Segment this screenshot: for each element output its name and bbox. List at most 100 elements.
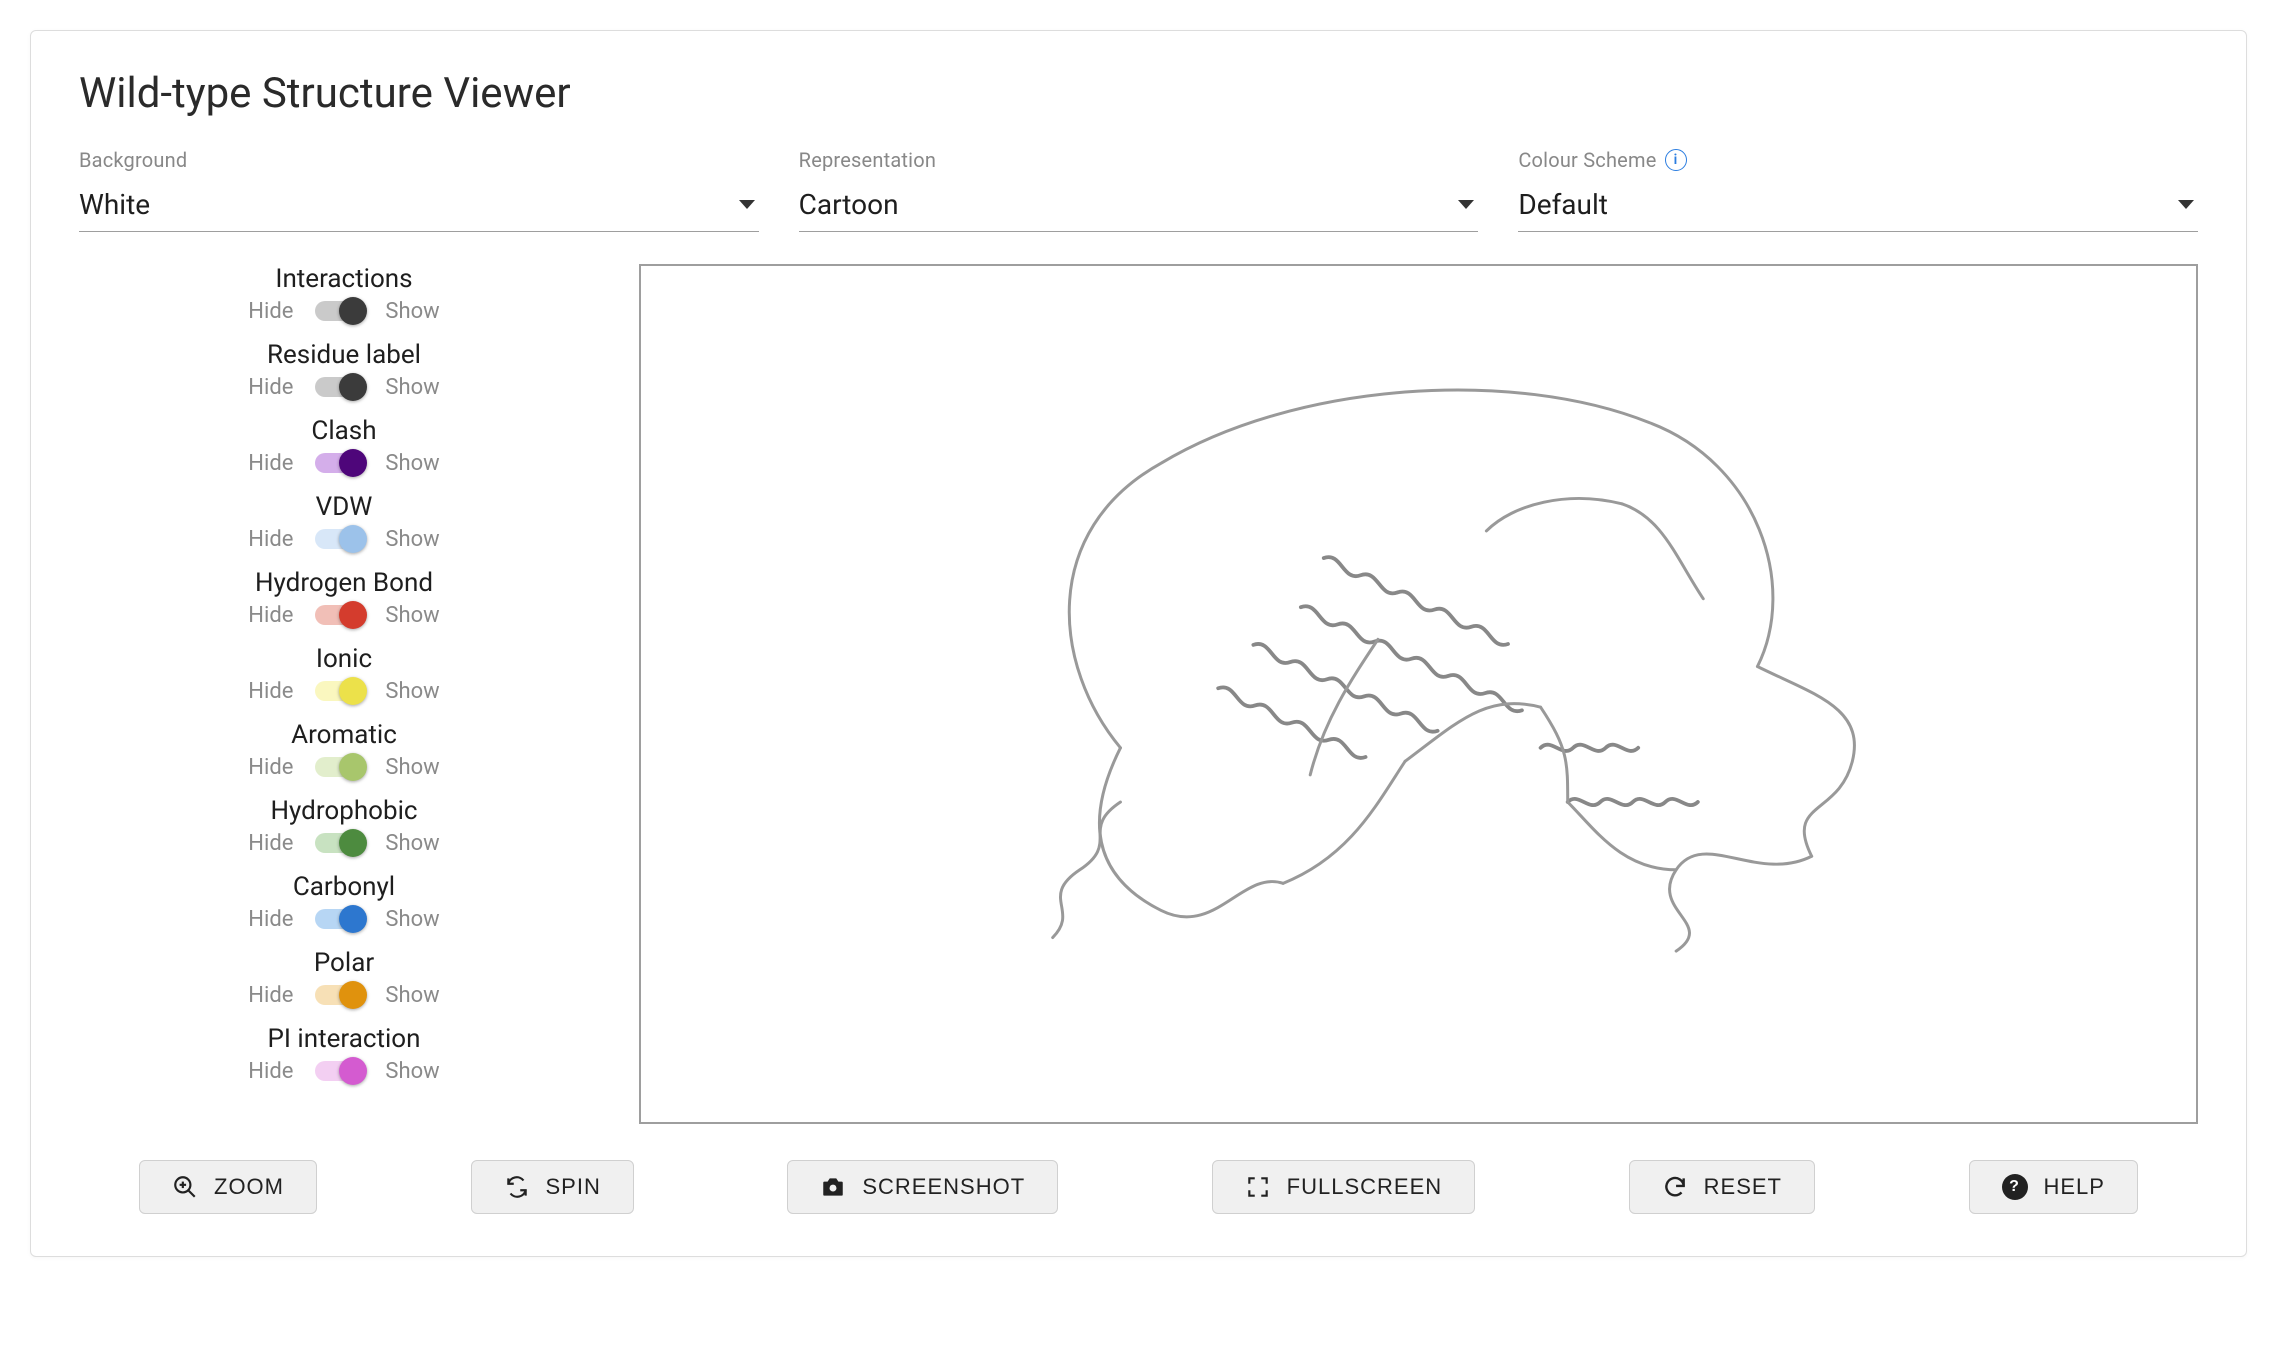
info-icon[interactable]: i xyxy=(1665,149,1687,171)
representation-select-group: Representation Cartoon xyxy=(799,148,1479,232)
dropdown-caret-icon xyxy=(2178,200,2194,209)
show-label: Show xyxy=(385,679,439,704)
button-row: ZOOM SPIN SCREENSHOT FULLSCREEN xyxy=(79,1160,2198,1214)
hide-label: Hide xyxy=(248,603,293,628)
background-select-value: White xyxy=(79,188,150,221)
toggle-item: Clash Hide Show xyxy=(248,416,439,478)
colour-scheme-select-value: Default xyxy=(1518,188,1608,221)
show-label: Show xyxy=(385,983,439,1008)
toggle-row: Hide Show xyxy=(248,1056,439,1086)
toggle-row: Hide Show xyxy=(248,600,439,630)
toggle-title: Aromatic xyxy=(248,720,439,750)
toggle-switch[interactable] xyxy=(311,676,367,706)
toggle-title: Hydrogen Bond xyxy=(248,568,439,598)
representation-select-value: Cartoon xyxy=(799,188,899,221)
toggle-switch[interactable] xyxy=(311,904,367,934)
show-label: Show xyxy=(385,831,439,856)
hide-label: Hide xyxy=(248,1059,293,1084)
hide-label: Hide xyxy=(248,831,293,856)
show-label: Show xyxy=(385,603,439,628)
hide-label: Hide xyxy=(248,451,293,476)
fullscreen-icon xyxy=(1245,1174,1271,1200)
zoom-button[interactable]: ZOOM xyxy=(139,1160,317,1214)
fullscreen-button-label: FULLSCREEN xyxy=(1287,1174,1442,1200)
selects-row: Background White Representation Cartoon … xyxy=(79,148,2198,232)
help-button[interactable]: ? HELP xyxy=(1969,1160,2138,1214)
toggle-switch[interactable] xyxy=(311,600,367,630)
hide-label: Hide xyxy=(248,299,293,324)
toggle-title: Interactions xyxy=(248,264,439,294)
toggle-title: Ionic xyxy=(248,644,439,674)
switch-thumb xyxy=(339,905,367,933)
hide-label: Hide xyxy=(248,527,293,552)
toggle-item: Ionic Hide Show xyxy=(248,644,439,706)
fullscreen-button[interactable]: FULLSCREEN xyxy=(1212,1160,1475,1214)
camera-icon xyxy=(820,1174,846,1200)
toggle-switch[interactable] xyxy=(311,524,367,554)
show-label: Show xyxy=(385,907,439,932)
switch-thumb xyxy=(339,449,367,477)
toggle-row: HideShow xyxy=(248,904,439,934)
main-row: InteractionsHideShowResidue labelHideSho… xyxy=(79,264,2198,1124)
toggle-switch[interactable] xyxy=(311,752,367,782)
show-label: Show xyxy=(385,755,439,780)
colour-scheme-label-text: Colour Scheme xyxy=(1518,148,1656,172)
background-select-group: Background White xyxy=(79,148,759,232)
background-label: Background xyxy=(79,148,759,172)
spin-icon xyxy=(504,1174,530,1200)
background-select[interactable]: White xyxy=(79,178,759,232)
hide-label: Hide xyxy=(248,679,293,704)
toggle-switch[interactable] xyxy=(311,980,367,1010)
switch-thumb xyxy=(339,677,367,705)
toggle-item: VDWHideShow xyxy=(248,492,439,554)
toggle-row: Hide Show xyxy=(248,676,439,706)
colour-scheme-label: Colour Scheme i xyxy=(1518,148,2198,172)
switch-thumb xyxy=(339,601,367,629)
protein-cartoon xyxy=(680,287,2157,1100)
colour-scheme-select[interactable]: Default xyxy=(1518,178,2198,232)
show-label: Show xyxy=(385,375,439,400)
reset-button[interactable]: RESET xyxy=(1629,1160,1815,1214)
switch-thumb xyxy=(339,297,367,325)
help-button-label: HELP xyxy=(2044,1174,2105,1200)
toggle-title: VDW xyxy=(248,492,439,522)
representation-select[interactable]: Cartoon xyxy=(799,178,1479,232)
toggle-switch[interactable] xyxy=(311,296,367,326)
hide-label: Hide xyxy=(248,983,293,1008)
toggle-item: Residue label Hide Show xyxy=(248,340,439,402)
toggle-row: Hide Show xyxy=(248,752,439,782)
switch-thumb xyxy=(339,981,367,1009)
switch-thumb xyxy=(339,753,367,781)
show-label: Show xyxy=(385,299,439,324)
zoom-in-icon xyxy=(172,1174,198,1200)
toggle-title: Polar xyxy=(248,948,439,978)
toggle-switch[interactable] xyxy=(311,1056,367,1086)
dropdown-caret-icon xyxy=(1458,200,1474,209)
spin-button[interactable]: SPIN xyxy=(471,1160,634,1214)
hide-label: Hide xyxy=(248,375,293,400)
toggle-switch[interactable] xyxy=(311,448,367,478)
switch-thumb xyxy=(339,373,367,401)
toggle-title: Carbonyl xyxy=(248,872,439,902)
hide-label: Hide xyxy=(248,755,293,780)
show-label: Show xyxy=(385,1059,439,1084)
switch-thumb xyxy=(339,525,367,553)
structure-viewport[interactable] xyxy=(639,264,2198,1124)
toggle-title: Residue label xyxy=(248,340,439,370)
toggle-item: HydrophobicHideShow xyxy=(248,796,439,858)
screenshot-button[interactable]: SCREENSHOT xyxy=(787,1160,1058,1214)
toggle-title: Clash xyxy=(248,416,439,446)
viewer-column xyxy=(639,264,2198,1124)
toggles-column: InteractionsHideShowResidue labelHideSho… xyxy=(79,264,609,1124)
show-label: Show xyxy=(385,451,439,476)
toggle-item: Aromatic Hide Show xyxy=(248,720,439,782)
colour-scheme-select-group: Colour Scheme i Default xyxy=(1518,148,2198,232)
toggle-switch[interactable] xyxy=(311,828,367,858)
toggle-title: PI interaction xyxy=(248,1024,439,1054)
representation-label: Representation xyxy=(799,148,1479,172)
toggle-row: Hide Show xyxy=(248,980,439,1010)
toggle-switch[interactable] xyxy=(311,372,367,402)
reset-button-label: RESET xyxy=(1704,1174,1782,1200)
toggle-item: Hydrogen Bond Hide Show xyxy=(248,568,439,630)
structure-viewer-panel: Wild-type Structure Viewer Background Wh… xyxy=(30,30,2247,1257)
